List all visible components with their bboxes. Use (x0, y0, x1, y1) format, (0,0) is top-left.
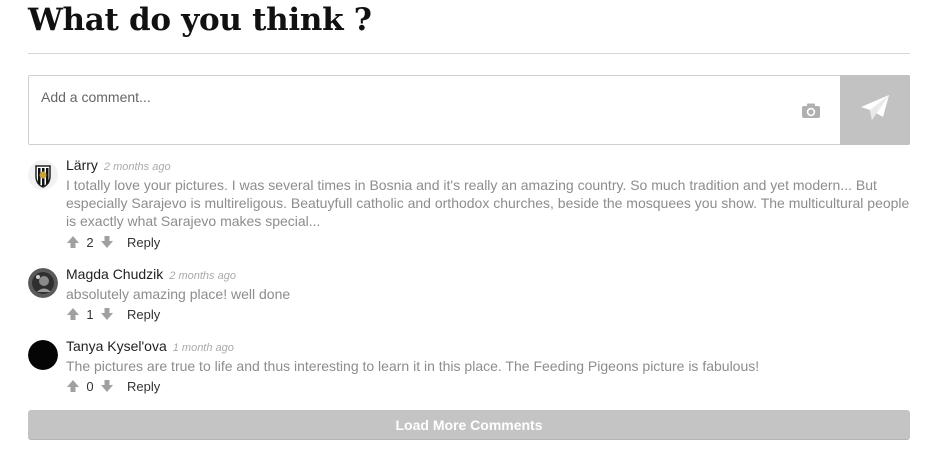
comment-text: I totally love your pictures. I was seve… (66, 177, 910, 229)
camera-icon[interactable] (800, 102, 822, 120)
section-title: What do you think ? (28, 2, 372, 38)
comment-author[interactable]: Tanya Kysel'ova (66, 338, 167, 354)
load-more-label: Load More Comments (395, 416, 543, 433)
comment-author[interactable]: Magda Chudzik (66, 266, 163, 282)
send-button[interactable] (840, 75, 910, 145)
load-more-button[interactable]: Load More Comments (28, 410, 910, 439)
upvote-icon[interactable] (66, 379, 80, 393)
avatar[interactable] (28, 160, 58, 190)
avatar[interactable] (28, 268, 58, 298)
comment-author[interactable]: Lärry (66, 157, 98, 173)
comment-timestamp: 2 months ago (169, 270, 236, 282)
paper-plane-icon (860, 94, 890, 127)
reply-link[interactable]: Reply (127, 235, 160, 250)
reply-link[interactable]: Reply (127, 307, 160, 322)
vote-count: 1 (86, 306, 94, 322)
avatar[interactable] (28, 340, 58, 370)
comment-actions: 0 Reply (66, 377, 160, 395)
comment-timestamp: 1 month ago (172, 342, 234, 354)
vote-count: 2 (86, 234, 94, 250)
comment-timestamp: 2 months ago (103, 161, 171, 173)
comment-actions: 1 Reply (66, 305, 160, 323)
comment-text: absolutely amazing place! well done (66, 286, 291, 302)
upvote-icon[interactable] (66, 235, 80, 249)
downvote-icon[interactable] (100, 379, 114, 393)
upvote-icon[interactable] (66, 307, 80, 321)
reply-link[interactable]: Reply (127, 379, 160, 394)
comment-actions: 2 Reply (66, 233, 160, 251)
vote-count: 0 (86, 378, 94, 394)
downvote-icon[interactable] (100, 235, 114, 249)
comment-composer (28, 75, 910, 145)
divider (28, 53, 910, 54)
downvote-icon[interactable] (100, 307, 114, 321)
comment-input[interactable] (29, 76, 789, 142)
comment-text: The pictures are true to life and thus i… (66, 358, 760, 374)
